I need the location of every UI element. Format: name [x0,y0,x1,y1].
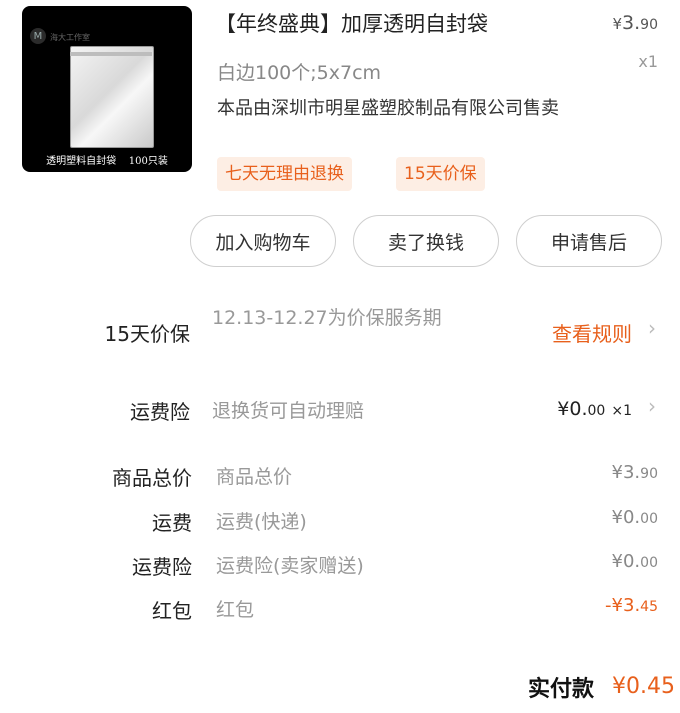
summary-label-insurance: 运费险 [132,555,192,579]
bag-icon [70,46,154,148]
tag-price-guarantee: 15天价保 [396,157,485,191]
summary-value-dec: 90 [640,466,658,482]
after-sale-button[interactable]: 申请售后 [516,215,662,267]
view-rules-link[interactable]: 查看规则 [552,318,632,347]
summary-value-int: -¥3. [605,595,641,616]
insurance-price-dec: 00 [587,403,606,419]
price-guarantee-desc: 12.13-12.27为价保服务期 [212,307,442,329]
summary-value-shipping: ¥0.00 [612,507,658,528]
shipping-insurance-desc: 退换货可自动理赔 [212,400,365,422]
total-value: ¥0.45 [612,674,675,699]
summary-desc-shipping: 运费(快递) [216,511,307,533]
bag-seal [70,52,152,56]
product-title[interactable]: 【年终盛典】加厚透明自封袋 [215,8,488,38]
image-brand-text: 海大工作室 [50,33,90,42]
price-dec: 90 [640,17,658,33]
summary-value-int: ¥3. [611,462,641,483]
summary-desc-insurance: 运费险(卖家赠送) [216,555,364,577]
summary-value-goods-total: ¥3.90 [612,462,658,483]
total-label: 实付款 [528,677,595,702]
summary-value-int: ¥0. [611,507,641,528]
image-caption: 透明塑料自封袋 100只装 [46,156,168,167]
summary-value-int: ¥0. [611,551,641,572]
product-spec: 白边100个;5x7cm [217,62,382,84]
summary-value-dec: 00 [640,555,658,571]
insurance-qty: ×1 [611,403,632,419]
seller-info: 本品由深圳市明星盛塑胶制品有限公司售卖 [217,98,559,119]
summary-label-shipping: 运费 [152,511,192,535]
chevron-right-icon[interactable]: › [648,316,656,340]
summary-value-dec: 45 [640,599,658,615]
product-price: ¥3.90 [612,12,658,34]
summary-value-insurance: ¥0.00 [612,551,658,572]
brand-logo-icon: M [30,28,46,44]
tag-seven-day-return: 七天无理由退换 [217,157,352,191]
add-to-cart-button[interactable]: 加入购物车 [190,215,336,267]
price-guarantee-label: 15天价保 [104,322,190,346]
shipping-insurance-price: ¥0.00 ×1 [557,398,632,420]
summary-value-red-packet: -¥3.45 [605,595,658,616]
insurance-price-int: ¥0. [557,398,588,420]
product-quantity: x1 [638,52,658,71]
summary-value-dec: 00 [640,511,658,527]
shipping-insurance-label: 运费险 [130,400,190,424]
chevron-right-icon[interactable]: › [648,394,656,418]
summary-desc-red-packet: 红包 [216,599,255,621]
price-int: 3. [622,12,641,34]
summary-label-red-packet: 红包 [152,599,192,623]
summary-desc-goods-total: 商品总价 [216,466,293,488]
resell-button[interactable]: 卖了换钱 [353,215,499,267]
product-image[interactable]: M 海大工作室 透明塑料自封袋 100只装 [22,6,192,172]
price-currency: ¥ [612,15,623,33]
summary-label-goods-total: 商品总价 [112,466,192,490]
